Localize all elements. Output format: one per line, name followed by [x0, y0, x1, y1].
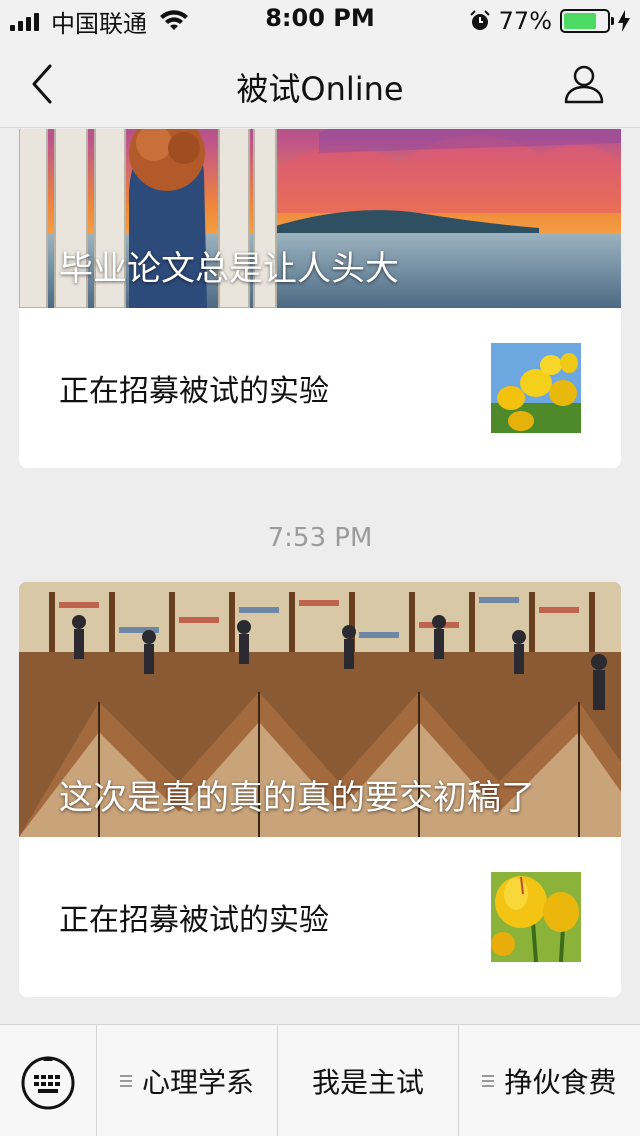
article-link-row[interactable]: 正在招募被试的实验 [19, 837, 621, 997]
message-list: 毕业论文总是让人头大 正在招募被试的实验 7:53 PM 这次是真的真的真的要交… [0, 129, 640, 1024]
profile-button[interactable] [562, 62, 606, 106]
nav-bar: 被试Online [0, 40, 640, 128]
bottom-menu: 心理学系 我是主试 挣伙食费 [0, 1024, 640, 1136]
battery-percent: 77% [498, 7, 552, 35]
menu-item-earn-meal-money[interactable]: 挣伙食费 [459, 1025, 640, 1136]
alarm-icon [469, 10, 490, 30]
status-bar: 中国联通 8:00 PM 77% [0, 0, 640, 40]
tulip-thumbnail-image [491, 343, 581, 433]
article-card[interactable]: 毕业论文总是让人头大 正在招募被试的实验 [19, 129, 621, 468]
article-hero-image[interactable]: 毕业论文总是让人头大 [19, 129, 621, 308]
tulip-thumbnail-image [491, 872, 581, 962]
article-card[interactable]: 这次是真的真的真的要交初稿了 正在招募被试的实验 [19, 582, 621, 997]
battery-icon [560, 9, 614, 33]
status-right: 77% [469, 6, 630, 36]
menu-item-label: 我是主试 [311, 1066, 424, 1099]
list-icon [119, 1075, 132, 1087]
article-title: 毕业论文总是让人头大 [59, 249, 399, 289]
menu-item-psychology-dept[interactable]: 心理学系 [97, 1025, 278, 1136]
user-icon [564, 65, 604, 104]
message-timestamp: 7:53 PM [267, 523, 373, 553]
page-title: 被试Online [236, 70, 404, 108]
list-icon [482, 1075, 495, 1087]
menu-item-label: 挣伙食费 [504, 1066, 617, 1099]
charging-bolt-icon [618, 10, 630, 32]
article-hero-image[interactable]: 这次是真的真的真的要交初稿了 [19, 582, 621, 837]
menu-item-i-am-experimenter[interactable]: 我是主试 [278, 1025, 459, 1136]
battery-fill [564, 13, 597, 29]
keyboard-icon [21, 1056, 75, 1110]
article-link-label: 正在招募被试的实验 [59, 374, 329, 409]
keyboard-toggle-button[interactable] [0, 1025, 97, 1136]
article-title: 这次是真的真的真的要交初稿了 [59, 778, 535, 818]
article-link-label: 正在招募被试的实验 [59, 903, 329, 938]
menu-item-label: 心理学系 [141, 1066, 254, 1099]
article-link-row[interactable]: 正在招募被试的实验 [19, 308, 621, 468]
